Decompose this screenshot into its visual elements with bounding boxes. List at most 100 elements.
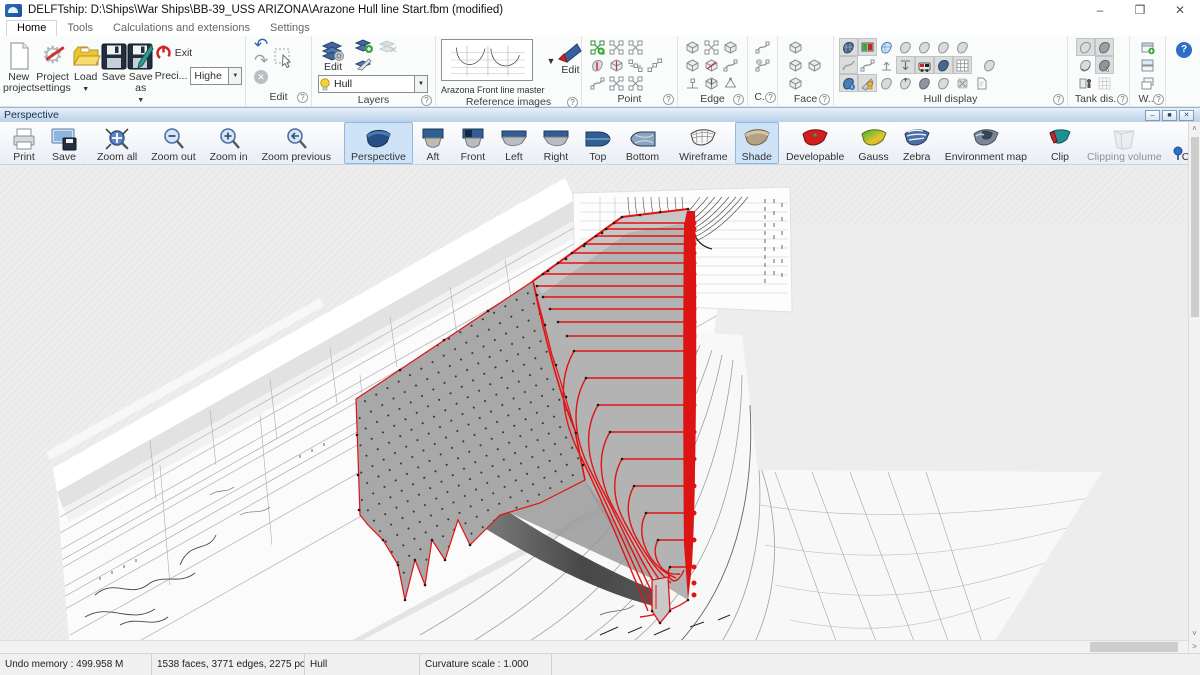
- tab-home[interactable]: Home: [6, 20, 57, 36]
- show-normals-icon[interactable]: [858, 56, 877, 74]
- align-points-icon[interactable]: [626, 56, 645, 74]
- delete-layer-icon[interactable]: [378, 38, 398, 57]
- zoom-out-button[interactable]: Zoom out: [144, 122, 202, 164]
- light-patch-icon[interactable]: [934, 74, 953, 92]
- project-settings-button[interactable]: ⚙ Project settings: [35, 38, 71, 94]
- edge-curve-icon[interactable]: [721, 56, 740, 74]
- close-button[interactable]: ✕: [1160, 0, 1200, 20]
- collapse-edge-icon[interactable]: [702, 38, 721, 56]
- lock-point-icon[interactable]: [588, 56, 607, 74]
- surface-flip-icon[interactable]: [896, 74, 915, 92]
- crew-view-icon[interactable]: [858, 74, 877, 92]
- hydrostatics-icon[interactable]: [915, 56, 934, 74]
- new-project-button[interactable]: New project: [3, 38, 35, 94]
- layer-color-icon[interactable]: [354, 57, 398, 74]
- reference-edit-button[interactable]: Edit: [557, 39, 583, 76]
- show-waterlines-icon[interactable]: [934, 38, 953, 56]
- extrude-edge-icon[interactable]: [683, 38, 702, 56]
- point-option-3-icon[interactable]: [626, 74, 645, 92]
- panel-minimize-button[interactable]: –: [1145, 110, 1160, 121]
- precision-combo[interactable]: Highe ▼: [190, 67, 242, 85]
- reference-dropdown-icon[interactable]: ▼: [547, 40, 556, 66]
- show-curvature-icon[interactable]: [839, 56, 858, 74]
- minimize-button[interactable]: –: [1080, 0, 1120, 20]
- edge-diagonal-icon[interactable]: [702, 56, 721, 74]
- layers-edit-button[interactable]: Edit: [318, 38, 348, 73]
- point-option-1-icon[interactable]: [588, 74, 607, 92]
- new-face-icon[interactable]: [786, 38, 805, 56]
- invert-face-icon[interactable]: [786, 56, 805, 74]
- show-stations-icon[interactable]: [896, 38, 915, 56]
- pinwheel-icon[interactable]: [953, 74, 972, 92]
- group-help-icon[interactable]: ?: [765, 92, 776, 103]
- show-control-net-icon[interactable]: [839, 38, 858, 56]
- project-point-icon[interactable]: [607, 56, 626, 74]
- show-both-sides-icon[interactable]: [858, 38, 877, 56]
- edge-insert-icon[interactable]: [683, 74, 702, 92]
- save-button[interactable]: Save: [101, 38, 127, 83]
- scroll-down-icon[interactable]: ˅: [1189, 627, 1200, 640]
- insert-point-icon[interactable]: [645, 56, 664, 74]
- group-help-icon[interactable]: ?: [1153, 94, 1164, 105]
- crease-edge-icon[interactable]: [683, 56, 702, 74]
- tab-settings[interactable]: Settings: [260, 21, 320, 36]
- group-help-icon[interactable]: ?: [421, 95, 432, 106]
- mirror-face-icon[interactable]: [805, 56, 824, 74]
- undo-icon[interactable]: ↶: [254, 38, 268, 52]
- group-help-icon[interactable]: ?: [819, 94, 830, 105]
- view-bottom-button[interactable]: Bottom: [619, 122, 666, 164]
- combo-dropdown-icon[interactable]: ▼: [228, 68, 241, 84]
- redo-icon[interactable]: ↷: [254, 54, 268, 68]
- intersect-point-icon[interactable]: [626, 38, 645, 56]
- intersections-icon[interactable]: [839, 74, 858, 92]
- tank-view-1-icon[interactable]: [1076, 38, 1095, 56]
- shade-button[interactable]: Shade: [735, 122, 779, 164]
- exit-button[interactable]: Exit: [155, 44, 243, 61]
- show-buttocks-icon[interactable]: [915, 38, 934, 56]
- add-layer-icon[interactable]: [354, 38, 374, 57]
- edge-extrude2-icon[interactable]: [702, 74, 721, 92]
- show-markers-icon[interactable]: [980, 56, 999, 74]
- group-help-icon[interactable]: ?: [1053, 94, 1064, 105]
- flowlines-icon[interactable]: [934, 56, 953, 74]
- maximize-button[interactable]: ❒: [1120, 0, 1160, 20]
- perspective-viewport[interactable]: [0, 165, 1188, 640]
- view-perspective-button[interactable]: Perspective: [344, 122, 413, 164]
- load-button[interactable]: Load ▼: [71, 38, 101, 95]
- group-help-icon[interactable]: ?: [297, 92, 308, 103]
- cascade-windows-icon[interactable]: [1138, 74, 1157, 92]
- tab-calculations[interactable]: Calculations and extensions: [103, 21, 260, 36]
- save-as-dropdown-icon[interactable]: ▼: [137, 95, 144, 106]
- zoom-previous-button[interactable]: Zoom previous: [255, 122, 338, 164]
- show-diagonals-icon[interactable]: [953, 38, 972, 56]
- gauss-button[interactable]: Gauss: [851, 122, 895, 164]
- group-help-icon[interactable]: ?: [1117, 94, 1128, 105]
- tank-view-3-icon[interactable]: [1076, 56, 1095, 74]
- combo-dropdown-icon[interactable]: ▼: [414, 76, 427, 92]
- developable-button[interactable]: Developable: [779, 122, 851, 164]
- vertical-scrollbar[interactable]: ˄ ˅ ˃: [1188, 122, 1200, 653]
- scroll-up-icon[interactable]: ˄: [1189, 122, 1200, 135]
- scroll-right-icon[interactable]: ˃: [1189, 640, 1200, 653]
- report-page-icon[interactable]: [972, 74, 991, 92]
- layer-combo[interactable]: Hull ▼: [318, 75, 428, 93]
- load-dropdown-icon[interactable]: ▼: [82, 84, 89, 95]
- show-grid-net-icon[interactable]: [877, 38, 896, 56]
- view-front-button[interactable]: Front: [453, 122, 493, 164]
- help-icon[interactable]: ?: [1176, 42, 1192, 58]
- save-as-button[interactable]: Save as ▼: [127, 38, 155, 106]
- collapse-point-icon[interactable]: [588, 38, 607, 56]
- zoom-all-button[interactable]: Zoom all: [90, 122, 144, 164]
- view-aft-button[interactable]: Aft: [413, 122, 453, 164]
- horizontal-scrollbar-thumb[interactable]: [1090, 642, 1178, 652]
- tank-view-2-icon[interactable]: [1095, 38, 1114, 56]
- print-button[interactable]: Print: [4, 122, 44, 164]
- tile-windows-icon[interactable]: [1138, 56, 1157, 74]
- view-right-button[interactable]: Right: [535, 122, 577, 164]
- vertical-scrollbar-thumb[interactable]: [1191, 137, 1199, 317]
- tab-tools[interactable]: Tools: [57, 21, 103, 36]
- point-option-2-icon[interactable]: [607, 74, 626, 92]
- clip-button[interactable]: Clip: [1040, 122, 1080, 164]
- curve-add-icon[interactable]: [753, 56, 772, 74]
- save-view-button[interactable]: Save: [44, 122, 84, 164]
